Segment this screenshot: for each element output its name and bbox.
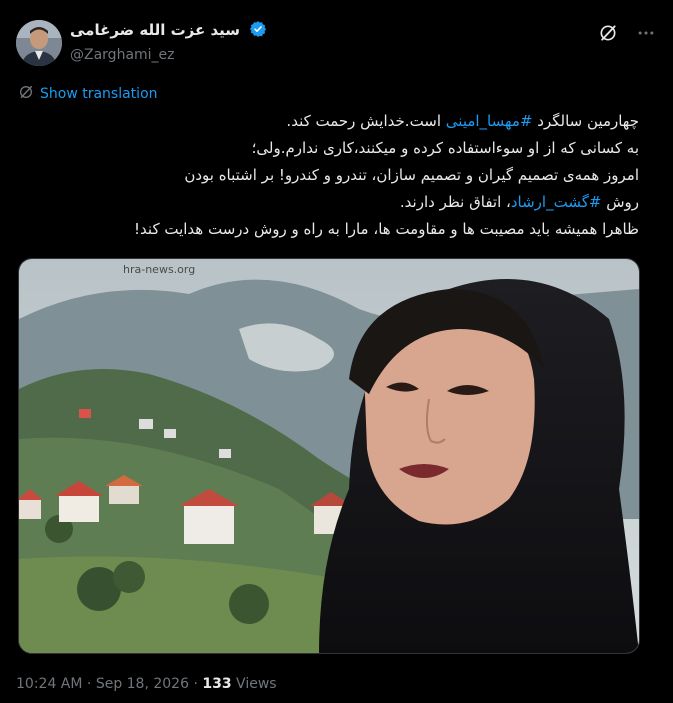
author-display-name[interactable]: سید عزت الله ضرغامی [70, 21, 240, 39]
show-translation-label[interactable]: Show translation [40, 86, 158, 102]
meta-separator: · [86, 676, 92, 692]
tweet-line-4: روش #گشت_ارشاد، اتفاق نظر دارند. [16, 189, 639, 216]
verified-badge-icon [249, 20, 267, 42]
tweet-text-segment: است.خدایش رحمت کند. [286, 112, 446, 130]
tweet-text-segment: چهارمین سالگرد [532, 112, 639, 130]
tweet-header: سید عزت الله ضرغامی @Zarghami_ez [16, 18, 657, 66]
tweet-text-segment: روش [601, 193, 639, 211]
author-handle[interactable]: @Zarghami_ez [70, 47, 267, 63]
tweet-line-3: امروز همه‌ی تصمیم گیران و تصمیم سازان، ت… [184, 166, 639, 184]
tweet-date[interactable]: Sep 18, 2026 [96, 676, 189, 692]
tweet-text: چهارمین سالگرد #مهسا_امینی است.خدایش رحم… [16, 108, 639, 243]
hashtag-link[interactable]: #مهسا_امینی [446, 112, 533, 130]
views-label: Views [236, 676, 277, 692]
avatar[interactable] [16, 20, 62, 66]
show-translation-link[interactable]: Show translation [18, 84, 158, 104]
grok-icon[interactable] [597, 22, 619, 44]
meta-separator: · [193, 676, 198, 692]
author-block: سید عزت الله ضرغامی @Zarghami_ez [70, 20, 267, 63]
tweet-line-1: چهارمین سالگرد #مهسا_امینی است.خدایش رحم… [16, 108, 639, 135]
photo-watermark: hra-news.org [123, 263, 196, 276]
tweet-photo[interactable]: hra-news.org [18, 258, 640, 654]
translate-icon [18, 84, 34, 104]
photo-illustration [19, 259, 639, 653]
more-icon[interactable] [635, 22, 657, 44]
tweet-line-5: ظاهرا همیشه باید مصیبت ها و مقاومت ها، م… [134, 220, 639, 238]
tweet-line-2: به کسانی که از او سوءاستفاده کرده و میکن… [251, 139, 639, 157]
hashtag-link[interactable]: #گشت_ارشاد [511, 193, 602, 211]
tweet-text-segment: ، اتفاق نظر دارند. [399, 193, 511, 211]
tweet-time[interactable]: 10:24 AM [16, 676, 82, 692]
views-count: 133 [202, 676, 232, 692]
tweet-meta: 10:24 AM · Sep 18, 2026 · 133 Views [16, 676, 277, 692]
